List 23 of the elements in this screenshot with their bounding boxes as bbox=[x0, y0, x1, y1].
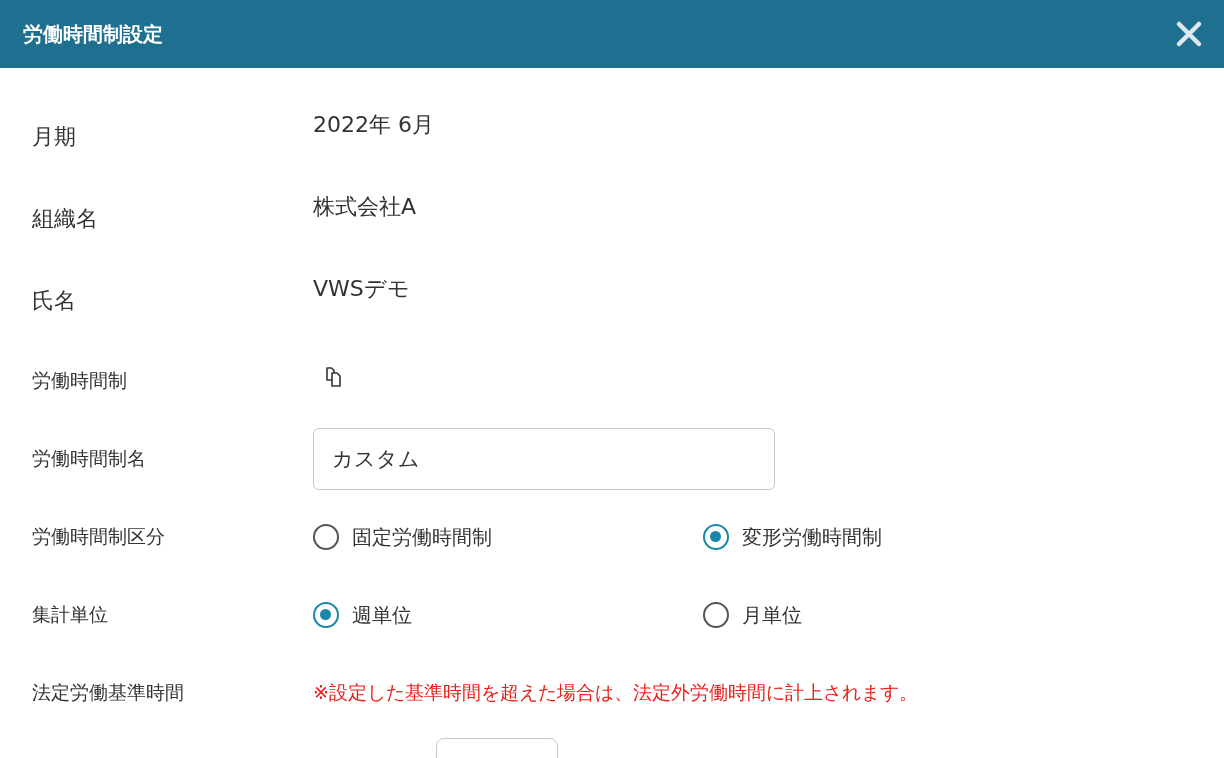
radio-button[interactable] bbox=[703, 524, 729, 550]
name-input[interactable]: カスタム bbox=[313, 428, 775, 490]
field-value: 2022年 6月 bbox=[313, 111, 435, 139]
field-value: VWSデモ bbox=[313, 275, 411, 303]
radio-option[interactable]: 月単位 bbox=[703, 601, 802, 629]
radio-option[interactable]: 週単位 bbox=[313, 601, 412, 629]
radio-button[interactable] bbox=[313, 602, 339, 628]
field-label: 月期 bbox=[32, 123, 77, 151]
close-button[interactable] bbox=[1174, 19, 1204, 49]
field-label: 労働時間制区分 bbox=[32, 524, 166, 549]
field-label: 組織名 bbox=[32, 205, 99, 233]
field-value: 株式会社A bbox=[313, 193, 418, 221]
field-label: 氏名 bbox=[32, 287, 77, 315]
field-label: 法定労働基準時間 bbox=[32, 680, 185, 705]
dialog-title: 労働時間制設定 bbox=[23, 20, 163, 48]
field-label: 労働時間制名 bbox=[32, 446, 147, 471]
radio-option[interactable]: 固定労働時間制 bbox=[313, 523, 492, 551]
field-label: 集計単位 bbox=[32, 602, 109, 627]
warning-note: ※設定した基準時間を超えた場合は、法定外労働時間に計上されます。 bbox=[313, 680, 919, 705]
radio-button[interactable] bbox=[313, 524, 339, 550]
radio-option[interactable]: 変形労働時間制 bbox=[703, 523, 882, 551]
radio-button[interactable] bbox=[703, 602, 729, 628]
field-label: 労働時間制 bbox=[32, 368, 128, 393]
